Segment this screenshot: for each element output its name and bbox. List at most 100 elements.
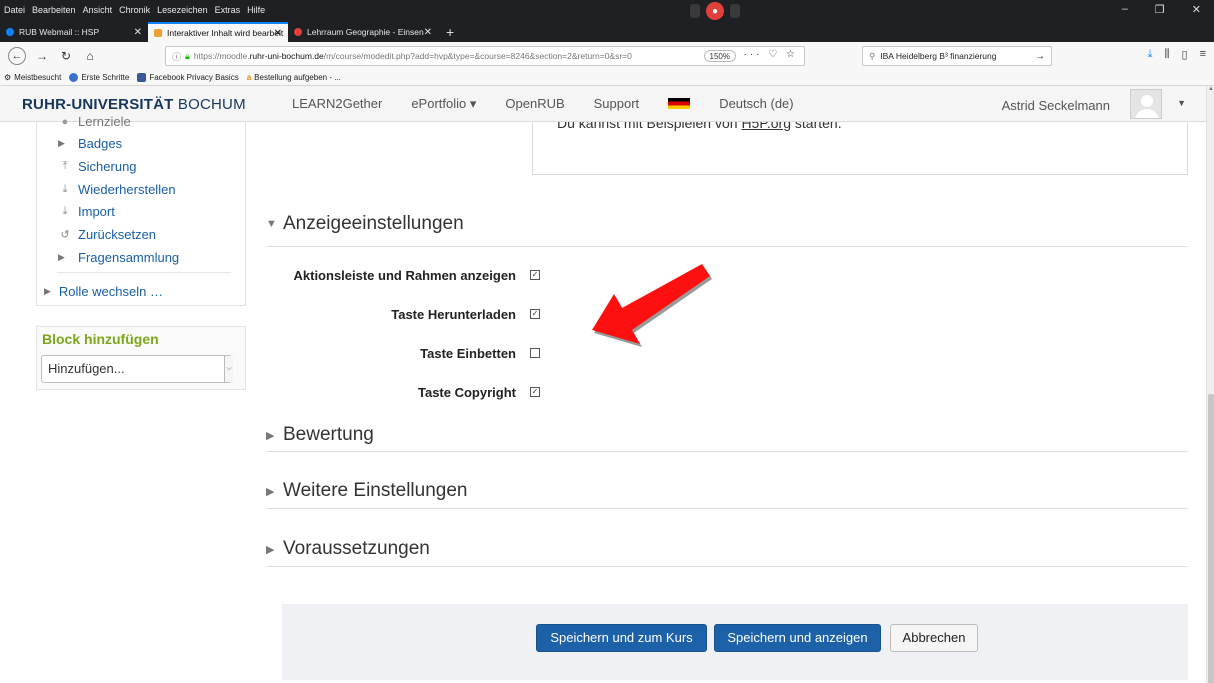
checkbox-taste-herunterladen[interactable]: ✓ (530, 309, 540, 319)
sidebar-item-fragensammlung[interactable]: ▶ Fragensammlung (58, 250, 179, 265)
bookmark-bestellung[interactable]: a Bestellung aufgeben - ... (247, 73, 341, 82)
menu-ansicht[interactable]: Ansicht (83, 5, 113, 15)
intro-text-suffix: starten. (791, 122, 842, 131)
intro-text: Du kannst mit Beispielen von H5P.org sta… (557, 122, 842, 131)
recorder-control-icon[interactable] (730, 4, 740, 18)
nav-learn2gether[interactable]: LEARN2Gether (292, 96, 382, 112)
sidebar-item-sicherung[interactable]: ⤒ Sicherung (58, 159, 137, 174)
rub-logo[interactable]: RUHR-UNIVERSITÄT BOCHUM (22, 96, 246, 113)
new-tab-button[interactable]: + (438, 22, 462, 42)
window-controls: – ❐ ✕ (1122, 3, 1208, 16)
section-voraussetzungen[interactable]: ▶ Voraussetzungen (266, 538, 430, 560)
recording-indicator: ● (690, 2, 740, 20)
section-bewertung[interactable]: ▶ Bewertung (266, 424, 374, 446)
page-scrollbar[interactable]: ▲ (1206, 86, 1214, 683)
url-path: /m/course/modedit.php?add=hvp&type=&cour… (323, 51, 632, 61)
close-tab-icon[interactable]: ✕ (134, 27, 142, 38)
back-arrow-icon[interactable]: ← (8, 47, 26, 65)
save-and-return-button[interactable]: Speichern und zum Kurs (536, 624, 707, 652)
bookmark-meistbesucht[interactable]: ⚙ Meistbesucht (4, 73, 61, 82)
nav-eportfolio[interactable]: ePortfolio ▾ (411, 96, 476, 112)
menu-bearbeiten[interactable]: Bearbeiten (32, 5, 76, 15)
search-icon: ⚲ (869, 50, 876, 61)
checkbox-taste-einbetten[interactable] (530, 348, 540, 358)
menu-datei[interactable]: Datei (4, 5, 25, 15)
sidebar-item-zuruecksetzen[interactable]: ↺ Zurücksetzen (58, 227, 156, 242)
gear-icon: ⚙ (4, 73, 12, 82)
forward-arrow-icon[interactable]: → (34, 49, 50, 63)
download-icon[interactable]: ⤓ (1148, 48, 1153, 61)
avatar[interactable] (1130, 89, 1162, 119)
tab-bar: RUB Webmail :: HSP ✕ Interaktiver Inhalt… (0, 20, 1214, 42)
close-tab-icon[interactable]: ✕ (424, 27, 432, 38)
menu-extras[interactable]: Extras (215, 5, 241, 15)
add-block-select[interactable]: Hinzufügen... ⌵ (41, 355, 233, 383)
scrollbar-thumb[interactable] (1208, 394, 1214, 683)
url-bar[interactable]: ⓘ 🔒︎ https://moodle. ruhr-uni-bochum.de/m… (165, 46, 805, 66)
menu-chronik[interactable]: Chronik (119, 5, 150, 15)
section-anzeigeeinstellungen[interactable]: ▼ Anzeigeeinstellungen (266, 213, 464, 235)
administration-block: ● Lernziele ▶ Badges ⤒ Sicherung ⤓ Wiede… (36, 114, 246, 306)
maximize-button[interactable]: ❐ (1155, 3, 1165, 16)
user-name[interactable]: Astrid Seckelmann (1002, 98, 1110, 113)
sidebar-item-label: Lernziele (78, 114, 131, 129)
save-and-display-button[interactable]: Speichern und anzeigen (714, 624, 881, 652)
menu-hamburger-icon[interactable]: ≡ (1200, 48, 1206, 61)
checkbox-taste-copyright[interactable]: ✓ (530, 387, 540, 397)
home-icon[interactable]: ⌂ (82, 49, 98, 63)
triangle-right-icon: ▶ (266, 543, 275, 556)
chevron-down-icon[interactable]: ▼ (1177, 98, 1186, 108)
label-taste-copyright: Taste Copyright (418, 385, 516, 400)
language-selector[interactable]: Deutsch (de) (668, 96, 822, 112)
library-icon[interactable]: ⫼ (1164, 48, 1169, 61)
scroll-up-icon[interactable]: ▲ (1207, 86, 1214, 92)
sidebar-item-badges[interactable]: ▶ Badges (58, 136, 122, 151)
divider (266, 246, 1188, 247)
sidebar-icon[interactable]: ▯ (1182, 48, 1188, 61)
reload-icon[interactable]: ↻ (58, 49, 74, 63)
nav-support[interactable]: Support (594, 96, 640, 112)
zoom-level-badge[interactable]: 150% (703, 50, 736, 62)
recorder-control-icon[interactable] (690, 4, 700, 18)
sidebar-item-wiederherstellen[interactable]: ⤓ Wiederherstellen (58, 182, 176, 197)
divider (266, 451, 1188, 452)
sidebar-item-label: Import (78, 204, 115, 219)
minimize-button[interactable]: – (1122, 3, 1128, 16)
sidebar-item-label: Fragensammlung (78, 250, 180, 265)
sidebar-item-label: Rolle wechseln … (58, 284, 163, 299)
bookmark-label: Meistbesucht (14, 73, 62, 82)
close-tab-icon[interactable]: ✕ (274, 28, 282, 39)
avatar-head (1141, 95, 1153, 107)
cancel-button[interactable]: Abbrechen (890, 624, 978, 652)
browser-menubar: Datei Bearbeiten Ansicht Chronik Lesezei… (0, 0, 1214, 20)
divider (266, 508, 1188, 509)
h5p-link[interactable]: H5P.org (741, 122, 791, 131)
close-window-button[interactable]: ✕ (1192, 3, 1201, 16)
menu-lesezeichen[interactable]: Lesezeichen (157, 5, 208, 15)
search-go-arrow-icon[interactable]: → (1035, 51, 1045, 62)
tab-interaktiver-inhalt[interactable]: Interaktiver Inhalt wird bearbeit ✕ (148, 22, 288, 42)
checkbox-aktionsleiste[interactable]: ✓ (530, 270, 540, 280)
top-navigation: LEARN2Gether ePortfolio ▾ OpenRUB Suppor… (292, 96, 852, 112)
reset-icon: ↺ (60, 229, 70, 241)
form-footer: Speichern und zum Kurs Speichern und anz… (282, 604, 1188, 680)
firefox-icon (69, 73, 79, 82)
bookmark-erste-schritte[interactable]: Erste Schritte (69, 73, 129, 82)
bookmark-facebook[interactable]: Facebook Privacy Basics (137, 73, 239, 82)
menu-hilfe[interactable]: Hilfe (247, 5, 265, 15)
microphone-icon[interactable]: ● (706, 2, 724, 20)
page-actions-icon[interactable]: ··· ♡ ☆ (744, 49, 798, 60)
add-block-panel: Block hinzufügen Hinzufügen... ⌵ (36, 326, 246, 390)
chevron-down-icon[interactable]: ⌵ (224, 356, 233, 382)
sidebar-item-rolle-wechseln[interactable]: ▶ Rolle wechseln … (44, 284, 163, 299)
sidebar-item-import[interactable]: ⤓ Import (58, 204, 115, 219)
tab-lehrraum[interactable]: Lehrraum Geographie - Einsen ✕ (288, 22, 438, 42)
search-input[interactable]: ⚲ IBA Heidelberg B³ finanzierung → (862, 46, 1052, 66)
sidebar-item-lernziele[interactable]: ● Lernziele (58, 114, 131, 129)
nav-openrub[interactable]: OpenRUB (505, 96, 564, 112)
url-host: ruhr-uni-bochum.de (249, 51, 324, 61)
info-icon[interactable]: ⓘ (172, 50, 181, 63)
search-value: IBA Heidelberg B³ finanzierung (880, 51, 997, 61)
tab-webmail[interactable]: RUB Webmail :: HSP ✕ (0, 22, 148, 42)
section-weitere-einstellungen[interactable]: ▶ Weitere Einstellungen (266, 480, 467, 502)
